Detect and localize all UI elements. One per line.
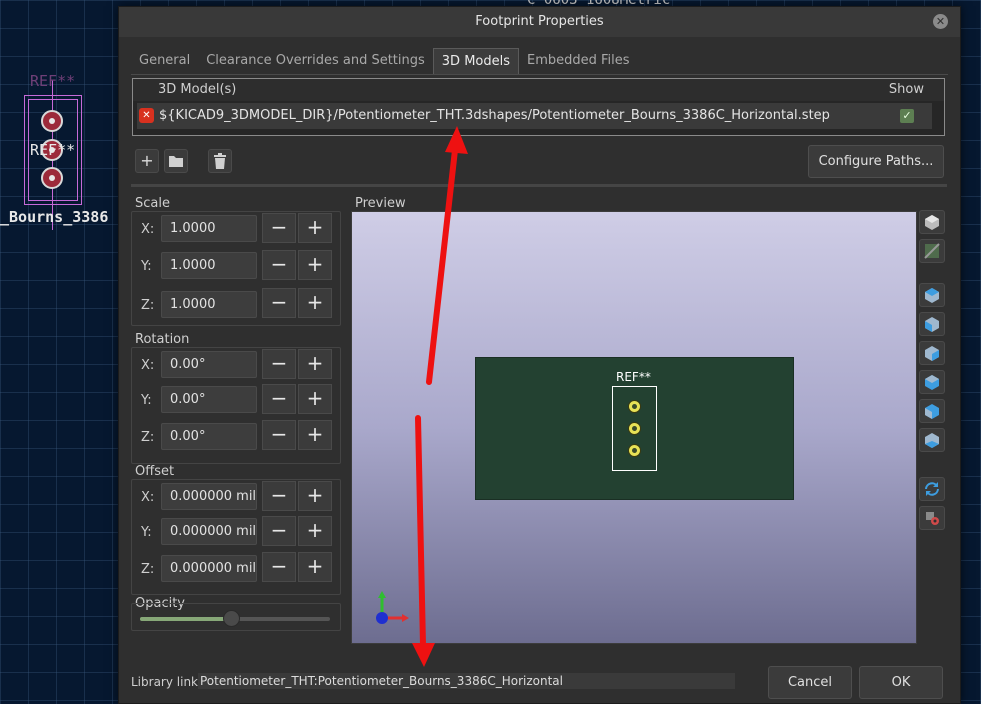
tab-clearance-overrides[interactable]: Clearance Overrides and Settings [198,48,433,75]
rotation-x-field[interactable]: 0.00° [161,351,257,378]
rotation-label: Rotation [135,332,190,347]
browse-model-button[interactable] [164,149,188,173]
preview-board: REF** [475,357,794,500]
offset-x-label: X: [141,490,155,505]
scale-z-field[interactable]: 1.0000 [161,291,257,318]
trash-icon [214,153,226,169]
scale-x-increment[interactable]: + [298,213,332,243]
scale-y-label: Y: [141,259,152,274]
tab-3d-models[interactable]: 3D Models [432,48,519,75]
preview-pad [628,400,641,413]
offset-y-label: Y: [141,525,152,540]
view-top-icon[interactable] [919,399,945,423]
library-link-value[interactable]: Potentiometer_THT:Potentiometer_Bourns_3… [198,673,735,689]
offset-y-field[interactable]: 0.000000 mil [161,518,257,545]
scale-z-increment[interactable]: + [298,288,332,318]
table-row[interactable]: ✕ ${KICAD9_3DMODEL_DIR}/Potentiometer_TH… [137,103,932,129]
3d-models-table: 3D Model(s) Show ✕ ${KICAD9_3DMODEL_DIR}… [132,78,945,136]
cube-icon[interactable] [919,210,945,234]
view-back-icon[interactable] [919,312,945,336]
rotation-y-decrement[interactable]: − [262,384,296,414]
offset-z-field[interactable]: 0.000000 mil [161,555,257,582]
column-header-show[interactable]: Show [889,82,924,97]
offset-x-field[interactable]: 0.000000 mil [161,483,257,510]
preview-footprint-outline [612,386,657,471]
dialog-titlebar[interactable]: Footprint Properties ✕ [119,7,960,37]
offset-x-increment[interactable]: + [298,481,332,511]
view-front-icon[interactable] [919,283,945,307]
close-icon[interactable]: ✕ [933,14,948,29]
scale-label: Scale [135,196,170,211]
scale-y-field[interactable]: 1.0000 [161,252,257,279]
rotation-y-field[interactable]: 0.00° [161,386,257,413]
folder-icon [169,156,183,167]
axes-gizmo-icon [376,591,409,624]
show-checkbox[interactable]: ✓ [900,109,914,123]
scale-x-decrement[interactable]: − [262,213,296,243]
table-header: 3D Model(s) Show [133,79,944,101]
offset-label: Offset [135,464,175,479]
splitter[interactable] [131,184,947,187]
ok-button[interactable]: OK [859,666,943,699]
scale-x-label: X: [141,222,155,237]
preview-label: Preview [355,196,406,211]
view-right-icon[interactable] [919,370,945,394]
preview-pad [628,444,641,457]
view-bottom-icon[interactable] [919,428,945,452]
rotation-x-label: X: [141,358,155,373]
offset-z-decrement[interactable]: − [262,552,296,582]
slider-track [140,610,330,627]
slider-fill [140,617,232,621]
bg-ref-label-2: REF** [30,141,76,159]
tab-bar: General Clearance Overrides and Settings… [131,48,638,75]
model-path-cell[interactable]: ${KICAD9_3DMODEL_DIR}/Potentiometer_THT.… [159,108,830,123]
board-body-icon[interactable] [919,239,945,263]
configure-paths-button[interactable]: Configure Paths... [808,145,944,178]
slider-handle[interactable] [223,610,241,627]
3d-preview-viewport[interactable]: REF** [351,211,917,644]
rotation-z-decrement[interactable]: − [262,420,296,450]
rotation-z-increment[interactable]: + [298,420,332,450]
offset-z-label: Z: [141,562,155,577]
bg-value-label: _Bourns_3386 [0,208,109,226]
preview-pad [628,422,641,435]
offset-y-increment[interactable]: + [298,516,332,546]
delete-model-button[interactable] [208,149,232,173]
offset-z-increment[interactable]: + [298,552,332,582]
opacity-slider[interactable] [131,603,341,631]
scale-y-decrement[interactable]: − [262,250,296,280]
column-header-3d-model[interactable]: 3D Model(s) [158,82,236,97]
offset-y-decrement[interactable]: − [262,516,296,546]
bg-ref-label: REF** [30,72,76,90]
rotation-z-label: Z: [141,430,155,445]
bg-pad [41,167,63,189]
library-link-label: Library link: [131,675,203,689]
tab-general[interactable]: General [131,48,198,75]
reload-icon[interactable] [919,477,945,501]
cancel-button[interactable]: Cancel [768,666,852,699]
plus-icon: + [140,151,154,170]
footprint-properties-dialog: Footprint Properties ✕ General Clearance… [118,6,961,704]
offset-x-decrement[interactable]: − [262,481,296,511]
rotation-y-increment[interactable]: + [298,384,332,414]
scale-y-increment[interactable]: + [298,250,332,280]
add-model-button[interactable]: + [135,149,159,173]
scale-x-field[interactable]: 1.0000 [161,215,257,242]
bg-pad [41,110,63,132]
scale-z-decrement[interactable]: − [262,288,296,318]
rotation-z-field[interactable]: 0.00° [161,423,257,450]
preview-ref-label: REF** [616,370,651,384]
rotation-y-label: Y: [141,393,152,408]
scale-z-label: Z: [141,298,155,313]
dialog-title: Footprint Properties [475,14,604,29]
rotation-x-decrement[interactable]: − [262,349,296,379]
rotation-x-increment[interactable]: + [298,349,332,379]
error-icon: ✕ [139,108,154,123]
view-left-icon[interactable] [919,341,945,365]
tab-embedded-files[interactable]: Embedded Files [519,48,638,75]
tab-divider [131,74,948,75]
settings-icon[interactable] [919,506,945,530]
